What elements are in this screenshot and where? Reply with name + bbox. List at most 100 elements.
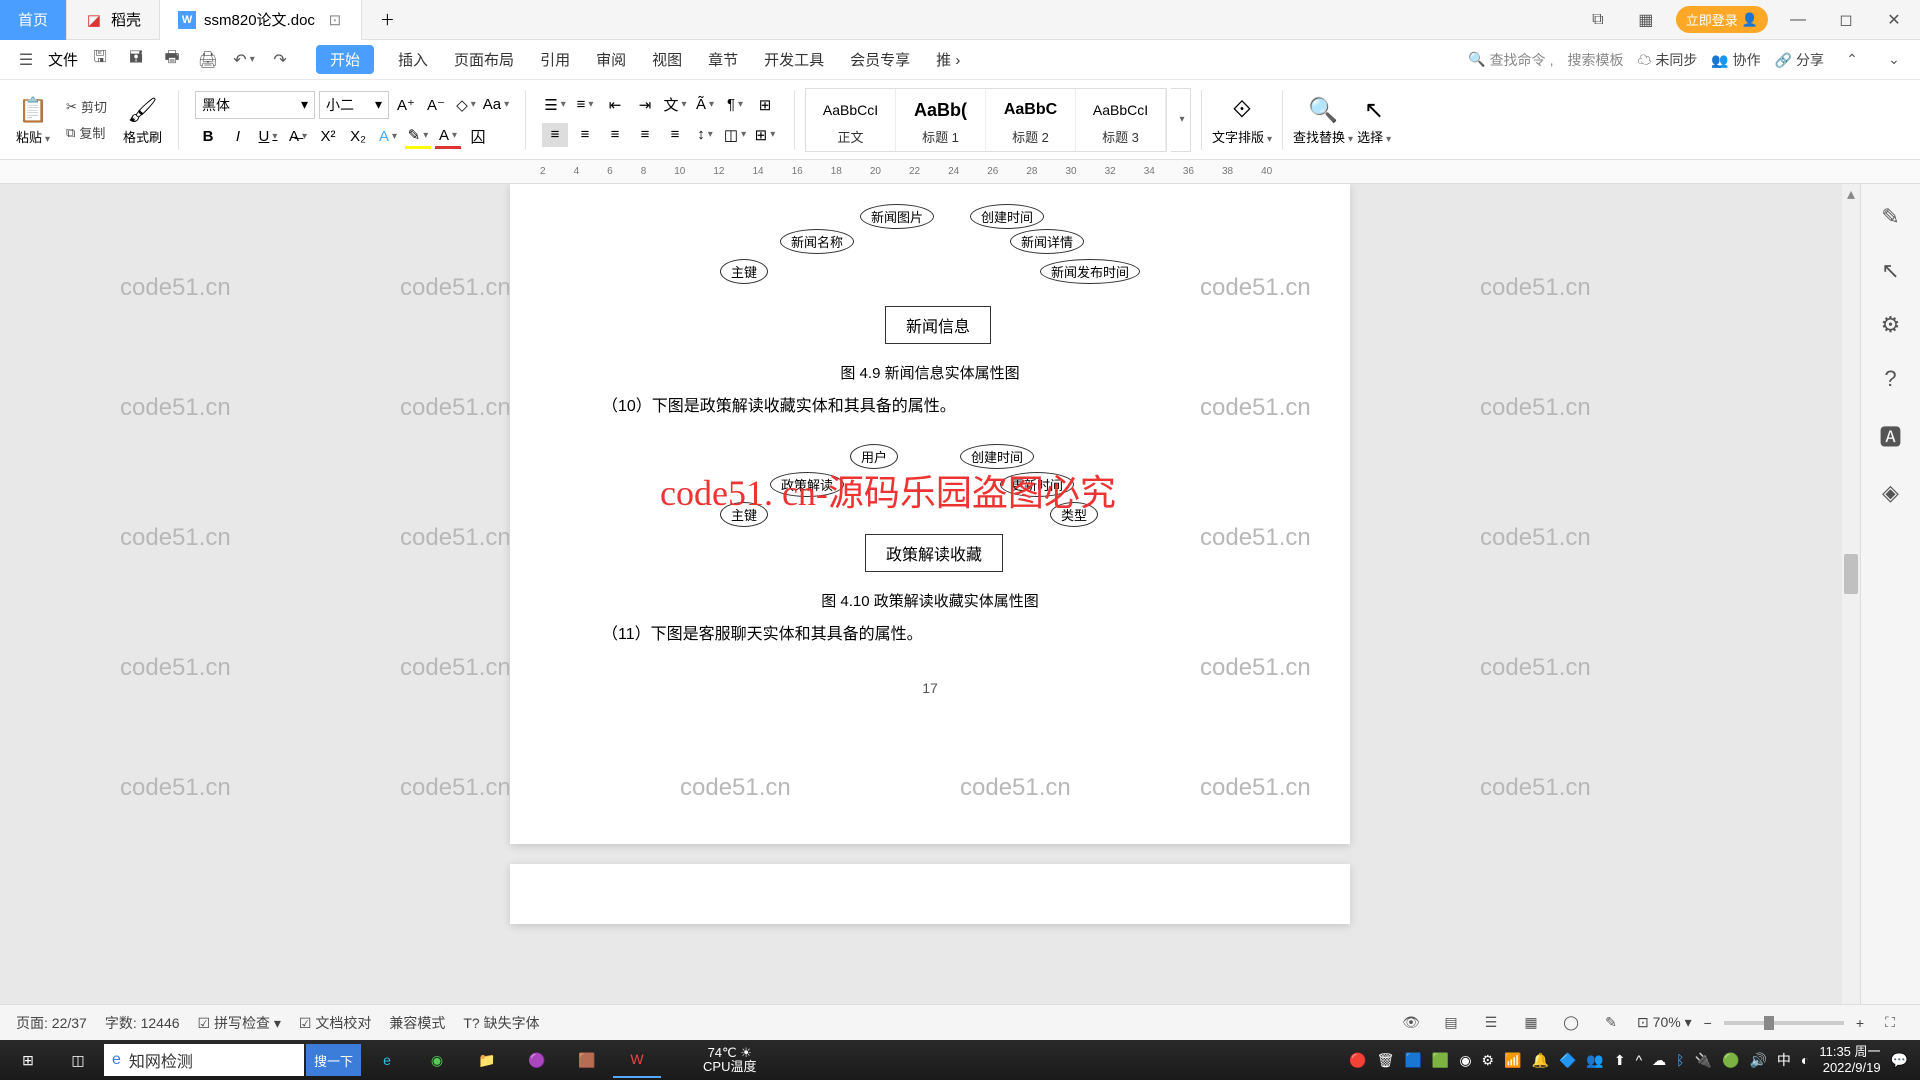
cursor-icon[interactable]: ↖ (1881, 258, 1899, 284)
close-button[interactable]: ✕ (1876, 2, 1912, 38)
subscript-button[interactable]: X₂ (345, 125, 371, 149)
tab-docke[interactable]: ◪ 稻壳 (67, 0, 160, 40)
align-center-button[interactable]: ≡ (572, 123, 598, 147)
app-edge[interactable]: ◉ (413, 1042, 461, 1078)
tray-icon[interactable]: 🔷 (1559, 1052, 1576, 1069)
zoom-level[interactable]: ⊡ 70% ▾ (1637, 1014, 1692, 1031)
tray-icon[interactable]: 👥 (1586, 1052, 1603, 1069)
app-explorer[interactable]: 📁 (463, 1042, 511, 1078)
eye-icon[interactable]: 👁 (1397, 1009, 1425, 1037)
menu-chapter[interactable]: 章节 (706, 45, 740, 74)
show-marks-button[interactable]: ¶ (722, 93, 748, 117)
menu-layout[interactable]: 页面布局 (452, 45, 516, 74)
font-name-select[interactable]: 黑体▾ (195, 91, 315, 119)
align-justify-button[interactable]: ≡ (632, 123, 658, 147)
tray-icon[interactable]: 🗑 (1377, 1052, 1395, 1069)
doc-proof[interactable]: ☑ 文档校对 (299, 1013, 371, 1033)
settings-slider-icon[interactable]: ⚙ (1881, 312, 1901, 338)
cut-button[interactable]: ✂ 剪切 (66, 95, 107, 119)
zoom-in-button[interactable]: + (1856, 1015, 1864, 1031)
page-indicator[interactable]: 页面: 22/37 (16, 1013, 87, 1033)
highlight-button[interactable]: ✎ (405, 125, 431, 149)
zoom-out-button[interactable]: − (1704, 1015, 1712, 1031)
tray-icon[interactable]: 🔴 (1349, 1052, 1366, 1069)
menu-start[interactable]: 开始 (316, 45, 374, 74)
font-size-select[interactable]: 小二▾ (319, 91, 389, 119)
chevron-up-icon[interactable]: ⌃ (1838, 46, 1866, 74)
char-border-button[interactable]: 囚 (465, 125, 491, 149)
chevron-down-icon[interactable]: ⌄ (1880, 46, 1908, 74)
bullets-button[interactable]: ☰ (542, 93, 568, 117)
action-center-icon[interactable]: 💬 (1891, 1052, 1908, 1069)
app-wps[interactable]: W (613, 1042, 661, 1078)
align-right-button[interactable]: ≡ (602, 123, 628, 147)
line-spacing-button[interactable]: ↕ (692, 123, 718, 147)
print-preview-icon[interactable]: 🖨 (194, 46, 222, 74)
shading-button[interactable]: ◫ (722, 123, 748, 147)
taskbar-search[interactable]: e知网检测 (104, 1044, 304, 1076)
print-view-icon[interactable]: ◯ (1557, 1009, 1585, 1037)
paste-button[interactable]: 📋粘贴 (16, 93, 50, 146)
login-button[interactable]: 立即登录👤 (1676, 6, 1768, 33)
ime-icon[interactable]: 中 (1777, 1050, 1791, 1070)
font-color-button[interactable]: A (435, 125, 461, 149)
menu-icon[interactable]: ☰ (12, 46, 40, 74)
app-ie[interactable]: e (363, 1042, 411, 1078)
tab-pin-icon[interactable]: ⊡ (327, 12, 343, 28)
style-normal[interactable]: AaBbCcI正文 (806, 89, 896, 151)
taskbar-clock[interactable]: 11:35 周一 2022/9/19 (1819, 1044, 1880, 1075)
style-gallery[interactable]: AaBbCcI正文 AaBb(标题 1 AaBbC标题 2 AaBbCcI标题 … (805, 88, 1167, 152)
clear-format-icon[interactable]: ◇ (453, 93, 479, 117)
underline-button[interactable]: U (255, 125, 281, 149)
align-left-button[interactable]: ≡ (542, 123, 568, 147)
tray-icon[interactable]: ◐ (1801, 1052, 1809, 1068)
find-replace-button[interactable]: 🔍查找替换 (1293, 93, 1353, 146)
tray-icon[interactable]: ⚙ (1482, 1052, 1495, 1069)
italic-button[interactable]: I (225, 125, 251, 149)
style-heading1[interactable]: AaBb(标题 1 (896, 89, 986, 151)
vertical-scrollbar[interactable]: ▴ ▾ (1842, 184, 1860, 1032)
app-unknown2[interactable]: 🟫 (563, 1042, 611, 1078)
web-view-icon[interactable]: ▦ (1517, 1009, 1545, 1037)
tray-icon[interactable]: 🟦 (1404, 1052, 1421, 1069)
scroll-up-icon[interactable]: ▴ (1842, 184, 1860, 202)
tray-icon[interactable]: ◉ (1459, 1052, 1471, 1069)
menu-more[interactable]: 推 › (934, 45, 962, 74)
volume-icon[interactable]: 🔊 (1749, 1052, 1766, 1069)
menu-member[interactable]: 会员专享 (848, 45, 912, 74)
save-icon[interactable]: 🖫 (86, 46, 114, 74)
sync-status[interactable]: ☁ 未同步 (1637, 50, 1697, 70)
file-menu[interactable]: 文件 (48, 49, 78, 70)
template-search[interactable]: 搜索模板 (1567, 50, 1623, 70)
translate-icon[interactable]: 🅰 (1879, 420, 1901, 452)
zoom-slider[interactable] (1724, 1021, 1844, 1025)
compat-mode[interactable]: 兼容模式 (389, 1013, 445, 1033)
strike-button[interactable]: A̶ (285, 125, 311, 149)
ruler[interactable]: 246810121416182022242628303234363840 (0, 160, 1920, 184)
change-case-icon[interactable]: Aa (483, 93, 509, 117)
shrink-font-icon[interactable]: A⁻ (423, 93, 449, 117)
format-brush-button[interactable]: 🖌格式刷 (123, 93, 162, 146)
copy-button[interactable]: ⧉ 复制 (66, 121, 105, 145)
increase-indent-button[interactable]: ⇥ (632, 93, 658, 117)
tray-icon[interactable]: 🟢 (1722, 1052, 1739, 1069)
tab-document[interactable]: W ssm820论文.doc ⊡ (160, 0, 362, 40)
sort-button[interactable]: Ã (692, 93, 718, 117)
help-icon[interactable]: ? (1884, 366, 1896, 392)
layout-icon[interactable]: ⧉ (1580, 2, 1616, 38)
select-button[interactable]: ↖选择 (1357, 93, 1391, 146)
start-button[interactable]: ⊞ (4, 1042, 52, 1078)
tray-icon[interactable]: ⬆ (1614, 1052, 1626, 1069)
grid-icon[interactable]: ▦ (1628, 2, 1664, 38)
menu-view[interactable]: 视图 (650, 45, 684, 74)
menu-insert[interactable]: 插入 (396, 45, 430, 74)
app-unknown1[interactable]: 🟣 (513, 1042, 561, 1078)
read-view-icon[interactable]: ▤ (1437, 1009, 1465, 1037)
tray-chevron-icon[interactable]: ^ (1636, 1052, 1643, 1068)
task-view-button[interactable]: ◫ (54, 1042, 102, 1078)
text-layout-button[interactable]: ⟐文字排版 (1212, 93, 1272, 146)
bold-button[interactable]: B (195, 125, 221, 149)
style-heading2[interactable]: AaBbC标题 2 (986, 89, 1076, 151)
missing-font[interactable]: T? 缺失字体 (463, 1013, 539, 1033)
location-icon[interactable]: ◈ (1882, 480, 1899, 506)
